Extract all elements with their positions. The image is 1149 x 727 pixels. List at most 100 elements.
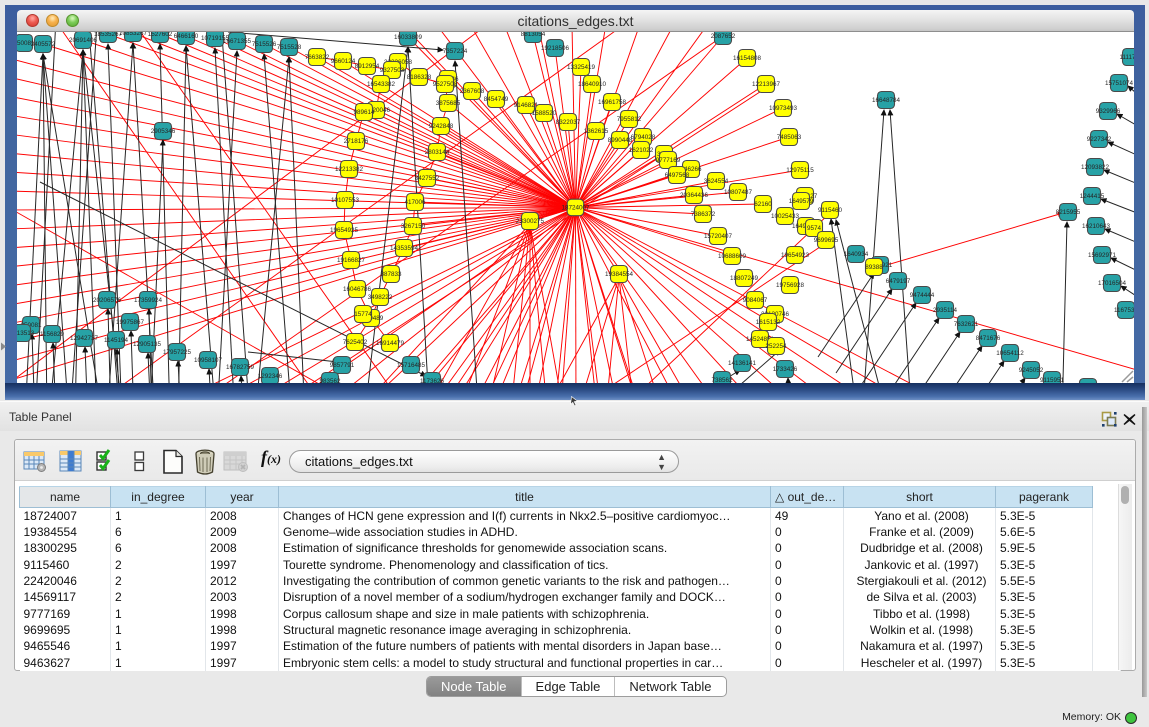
svg-text:1615132: 1615132 [756,319,781,326]
svg-text:1733426: 1733426 [773,366,798,373]
svg-text:1588520: 1588520 [532,110,557,117]
svg-text:9699695: 9699695 [814,237,839,244]
svg-text:2905346: 2905346 [151,128,176,135]
svg-text:17957225: 17957225 [163,349,192,356]
svg-text:16782759: 16782759 [226,364,255,371]
svg-text:7955812: 7955812 [617,116,642,123]
svg-text:8912954: 8912954 [355,63,380,70]
svg-text:8454749: 8454749 [484,96,509,103]
svg-text:6466160: 6466160 [174,33,199,40]
svg-text:1173626: 1173626 [420,378,445,383]
svg-text:19654925: 19654925 [330,227,359,234]
svg-text:7663822: 7663822 [305,54,330,61]
svg-text:3913513: 3913513 [17,330,35,337]
svg-text:8813054: 8813054 [521,32,546,38]
svg-text:18724007: 18724007 [561,205,590,212]
svg-text:7386372: 7386372 [691,211,716,218]
svg-text:3875685: 3875685 [436,100,461,107]
svg-text:7515526: 7515526 [252,41,277,48]
svg-text:2367608: 2367608 [460,88,485,95]
svg-text:12905135: 12905135 [133,341,162,348]
svg-text:8427552: 8427552 [415,175,440,182]
svg-text:7632621: 7632621 [954,321,979,328]
svg-text:9084067: 9084067 [743,297,768,304]
svg-text:8215955: 8215955 [1056,209,1081,216]
svg-text:1292346: 1292346 [258,373,283,380]
svg-text:9115460: 9115460 [818,207,843,214]
svg-text:2087652: 2087652 [711,33,736,40]
svg-text:18807249: 18807249 [730,275,759,282]
svg-text:62160: 62160 [754,201,772,208]
svg-text:3498222: 3498222 [368,294,393,301]
svg-text:15716485: 15716485 [397,362,426,369]
svg-text:2405572: 2405572 [31,41,56,48]
svg-text:7485063: 7485063 [777,134,802,141]
svg-text:2935114: 2935114 [933,307,958,314]
svg-text:17359924: 17359924 [134,297,163,304]
svg-text:1156829: 1156829 [40,331,65,338]
svg-text:9245052: 9245052 [1019,367,1044,374]
svg-text:16046786: 16046786 [343,286,372,293]
svg-text:10973493: 10973493 [769,105,798,112]
svg-text:12942737: 12942737 [70,335,99,342]
svg-text:19166827: 19166827 [337,257,366,264]
svg-text:1362615: 1362615 [584,128,609,135]
svg-text:20364436: 20364436 [680,192,709,199]
svg-text:2803144: 2803144 [425,149,450,156]
svg-text:18640910: 18640910 [578,81,607,88]
svg-text:16033809: 16033809 [394,34,423,41]
svg-text:9660124: 9660124 [331,58,356,65]
svg-text:8322037: 8322037 [556,119,581,126]
svg-text:7357224: 7357224 [443,48,468,55]
svg-text:9574: 9574 [807,225,822,232]
svg-text:9527508: 9527508 [433,81,458,88]
svg-text:9777169: 9777169 [656,157,681,164]
svg-text:1145194: 1145194 [104,337,129,344]
svg-text:738562: 738562 [711,377,733,383]
svg-text:10025433: 10025433 [771,213,800,220]
svg-text:15751074: 15751074 [1105,80,1134,87]
svg-text:1244415: 1244415 [1080,193,1105,200]
svg-text:12093822: 12093822 [1081,164,1110,171]
svg-text:9227342: 9227342 [1087,136,1112,143]
svg-text:9115951: 9115951 [1040,377,1065,383]
svg-text:23300275: 23300275 [516,218,545,225]
svg-text:1527602: 1527602 [148,32,173,38]
svg-text:16210643: 16210643 [1082,223,1111,230]
svg-text:7625402: 7625402 [343,339,368,346]
svg-text:8990448: 8990448 [608,137,633,144]
svg-text:16914479: 16914479 [376,340,405,347]
svg-text:19975867: 19975867 [116,319,145,326]
svg-text:7515528: 7515528 [277,44,302,51]
svg-text:15774: 15774 [354,311,372,318]
svg-text:2718176: 2718176 [344,138,369,145]
svg-text:9327503: 9327503 [380,67,405,74]
svg-text:19654923: 19654923 [781,252,810,259]
svg-text:17016504: 17016504 [1098,280,1127,287]
svg-text:15720407: 15720407 [704,233,733,240]
svg-text:12213967: 12213967 [752,81,781,88]
svg-text:252254: 252254 [765,343,787,350]
svg-text:89388: 89388 [865,264,883,271]
svg-text:6794028: 6794028 [631,134,656,141]
svg-text:14136141: 14136141 [728,360,757,367]
svg-text:1640934: 1640934 [844,251,869,258]
svg-text:9474444: 9474444 [910,292,935,299]
svg-text:6479197: 6479197 [886,278,911,285]
svg-text:16154808: 16154808 [733,55,762,62]
svg-text:20206576: 20206576 [93,297,122,304]
svg-text:989614: 989614 [353,109,375,116]
svg-text:19384554: 19384554 [605,271,634,278]
svg-text:16671355: 16671355 [223,38,252,45]
svg-text:8186328: 8186328 [407,74,432,81]
svg-text:983562: 983562 [319,378,341,383]
svg-text:12213382: 12213382 [335,166,364,173]
svg-text:14353594: 14353594 [390,245,419,252]
svg-text:13325419: 13325419 [567,64,596,71]
svg-text:9242848: 9242848 [429,123,454,130]
svg-text:16543382: 16543382 [367,81,396,88]
svg-text:6497568: 6497568 [665,172,690,179]
svg-text:9329966: 9329966 [1096,108,1121,115]
svg-text:3624554: 3624554 [704,178,729,185]
svg-text:20691406: 20691406 [69,37,98,44]
